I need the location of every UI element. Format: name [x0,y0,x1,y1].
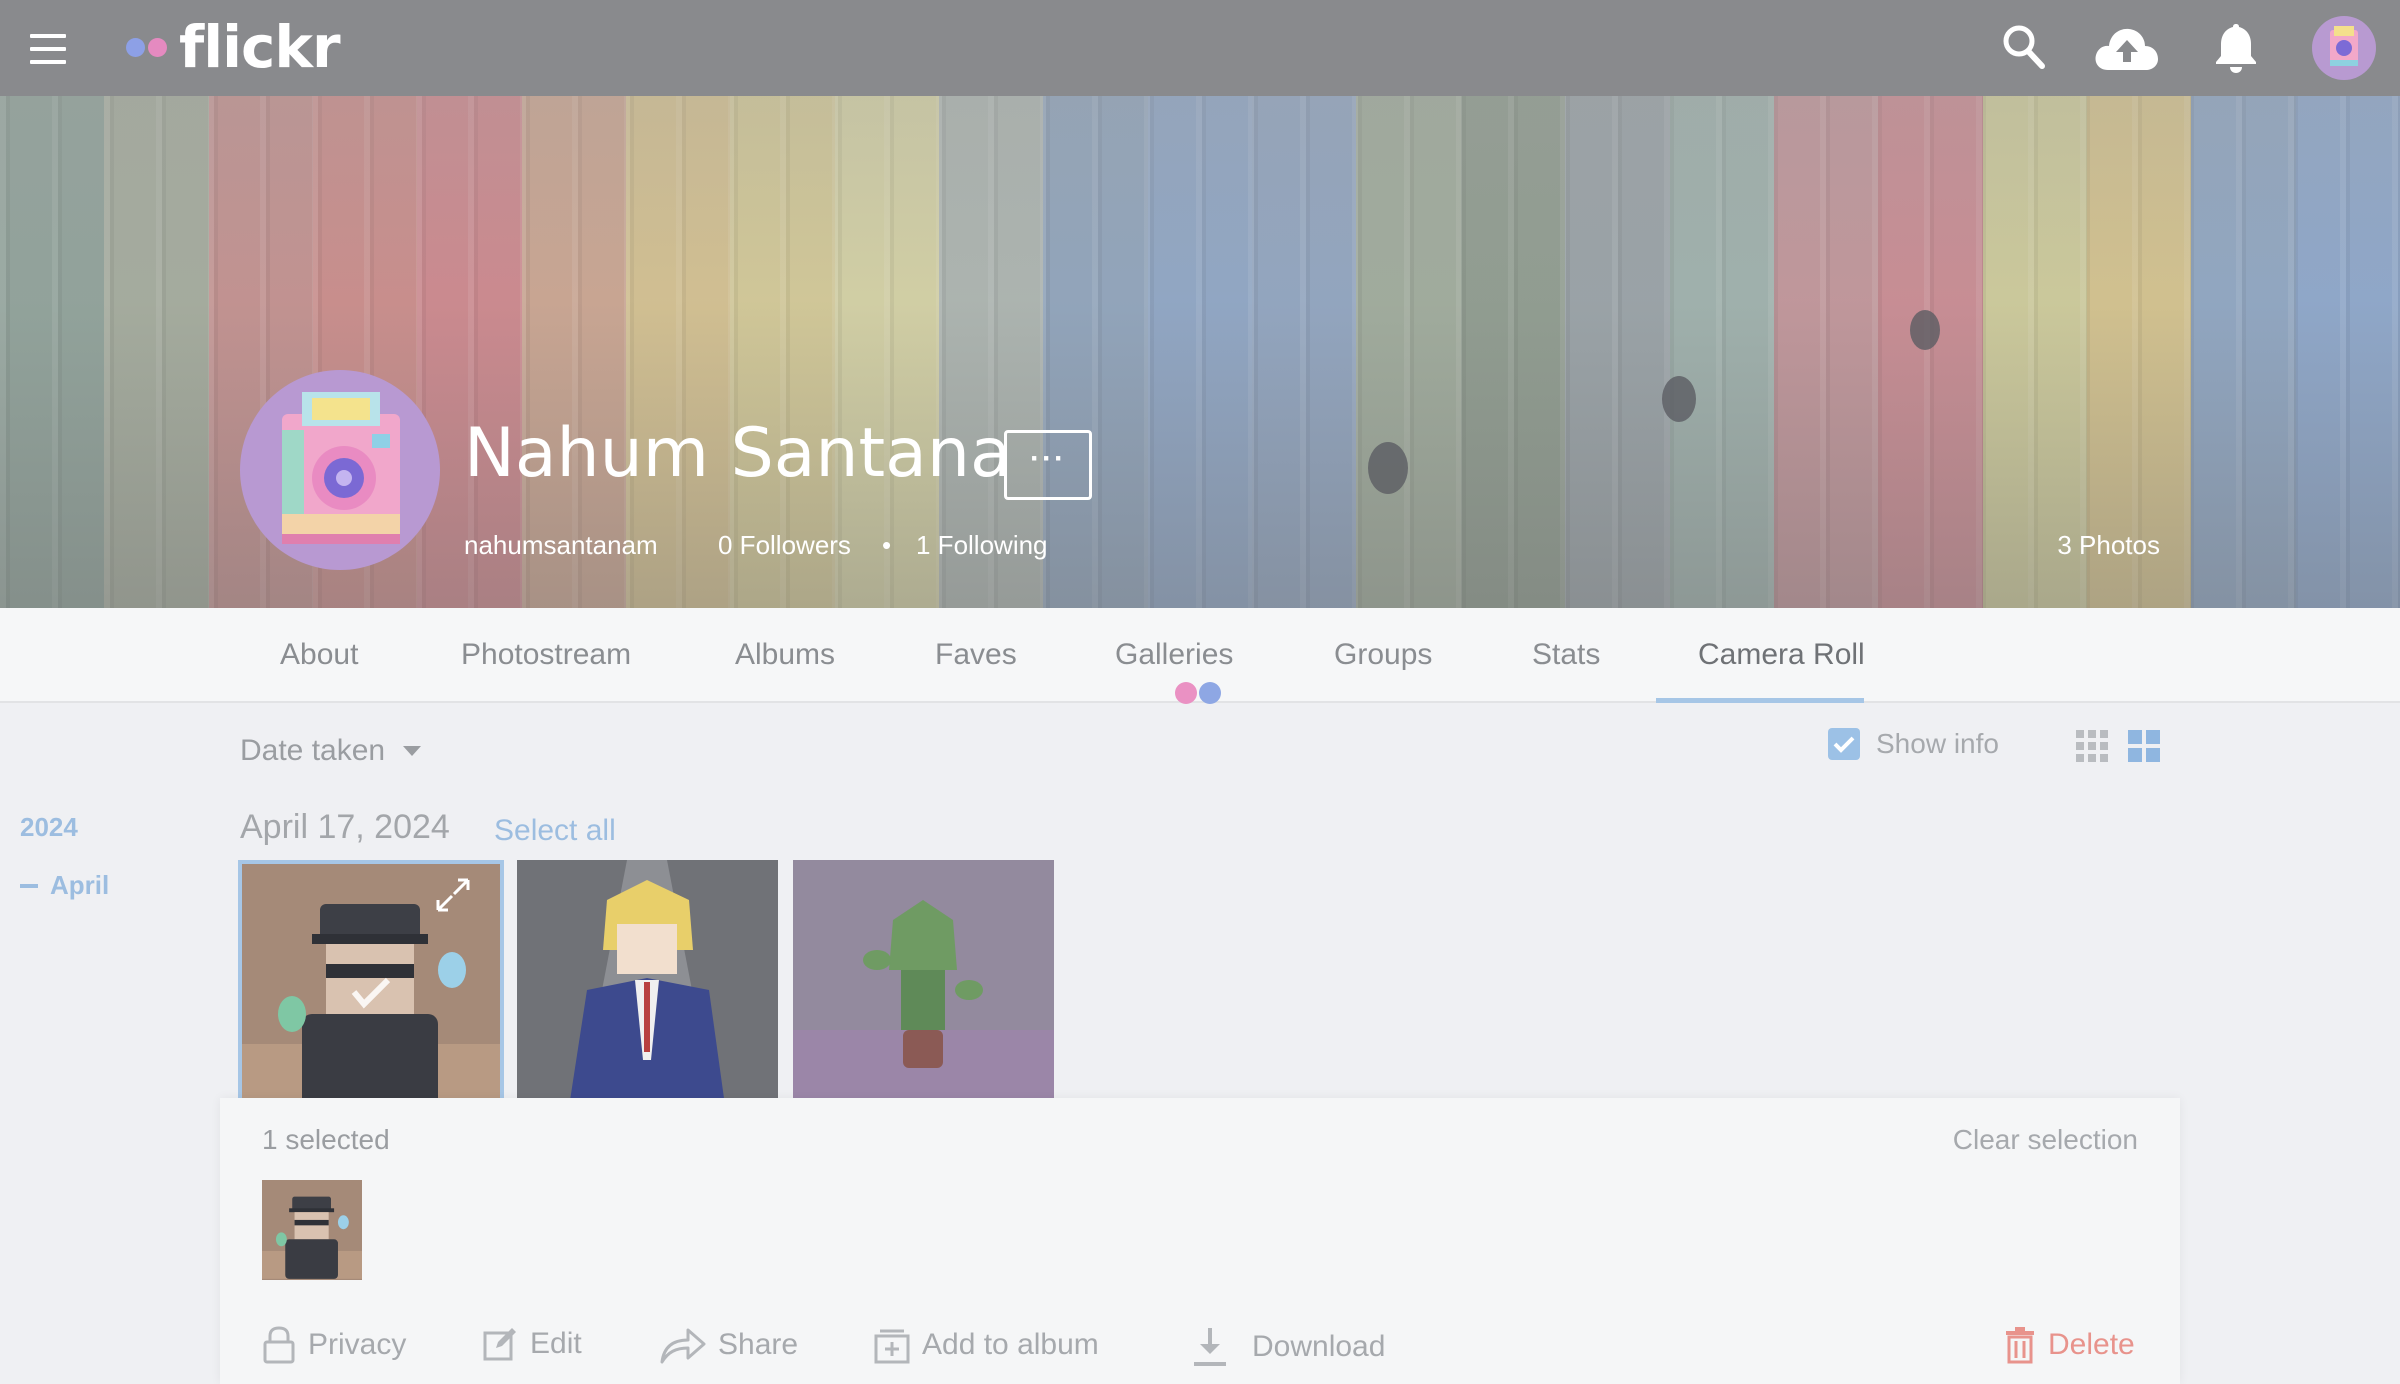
timeline-month-marker [20,883,38,888]
show-info-toggle[interactable]: Show info [1828,728,1999,760]
photos-count: 3 Photos [2057,530,2160,560]
privacy-button[interactable]: Privacy [262,1326,406,1364]
add-to-album-button[interactable]: Add to album [874,1326,1099,1364]
flickr-logo[interactable]: flickr [126,13,341,81]
search-icon[interactable] [2002,24,2046,70]
tab-faves[interactable]: Faves [935,608,1017,703]
checkmark-icon [1833,736,1855,753]
timeline-year[interactable]: 2024 [20,812,78,843]
sort-label: Date taken [240,734,386,767]
download-button[interactable]: Download [1190,1326,1385,1368]
timeline-month[interactable]: April [20,870,109,901]
share-button[interactable]: Share [660,1326,798,1364]
selected-photo-thumbnail[interactable] [262,1180,362,1280]
following-link[interactable]: 1 Following [916,530,1048,561]
edit-label: Edit [530,1327,582,1360]
tab-photostream[interactable]: Photostream [461,608,631,703]
add-to-album-icon [874,1329,910,1364]
sort-dropdown[interactable]: Date taken [240,734,422,768]
selection-panel: 1 selected Clear selection Privacy Edit [220,1098,2180,1384]
add-to-album-label: Add to album [922,1328,1099,1361]
show-info-label: Show info [1876,728,1999,759]
clear-selection-button[interactable]: Clear selection [1953,1124,2138,1156]
tab-stats[interactable]: Stats [1532,608,1600,703]
download-icon [1194,1328,1226,1366]
small-grid-view-icon[interactable] [2076,730,2108,762]
tab-camera-roll[interactable]: Camera Roll [1698,608,1865,703]
trash-icon [2006,1327,2034,1364]
lock-icon [263,1326,295,1364]
more-options-button[interactable]: ··· [1004,430,1092,500]
tab-albums[interactable]: Albums [735,608,835,703]
galleries-blue-dot [1199,682,1221,704]
meta-separator: • [882,530,892,560]
timeline-month-label: April [50,870,110,900]
photo-thumbnail[interactable] [793,860,1054,1120]
edit-icon [483,1328,516,1361]
logo-text: flickr [179,13,341,81]
delete-label: Delete [2048,1328,2135,1361]
top-navigation-bar: flickr [0,0,2400,96]
delete-button[interactable]: Delete [2004,1326,2135,1364]
photo-thumbnail[interactable] [238,860,504,1120]
share-label: Share [718,1328,799,1361]
upload-cloud-icon[interactable] [2094,24,2160,72]
user-avatar[interactable] [2312,16,2376,80]
notification-bell-icon[interactable] [2214,22,2258,74]
profile-name: Nahum Santana [464,414,1012,493]
date-group-heading: April 17, 2024 [240,808,450,846]
download-label: Download [1252,1330,1386,1363]
galleries-pink-dot [1175,682,1197,704]
chevron-down-icon [403,746,422,756]
photo-thumbnail[interactable] [517,860,778,1120]
followers-link[interactable]: 0 Followers [718,530,851,561]
logo-blue-dot [126,37,145,57]
tab-groups[interactable]: Groups [1334,608,1432,703]
select-all-link[interactable]: Select all [494,814,616,848]
active-tab-indicator [1656,698,1864,703]
privacy-label: Privacy [308,1328,407,1361]
edit-button[interactable]: Edit [482,1326,582,1362]
selected-count: 1 selected [262,1124,390,1155]
more-options-label: ··· [1030,442,1066,475]
logo-pink-dot [148,37,167,57]
large-grid-view-icon[interactable] [2128,730,2160,762]
show-info-checkbox[interactable] [1828,728,1860,760]
menu-icon[interactable] [30,34,66,64]
share-icon [660,1328,706,1364]
profile-avatar[interactable] [240,370,440,570]
profile-username[interactable]: nahumsantanam [464,530,658,561]
tab-about[interactable]: About [280,608,358,703]
